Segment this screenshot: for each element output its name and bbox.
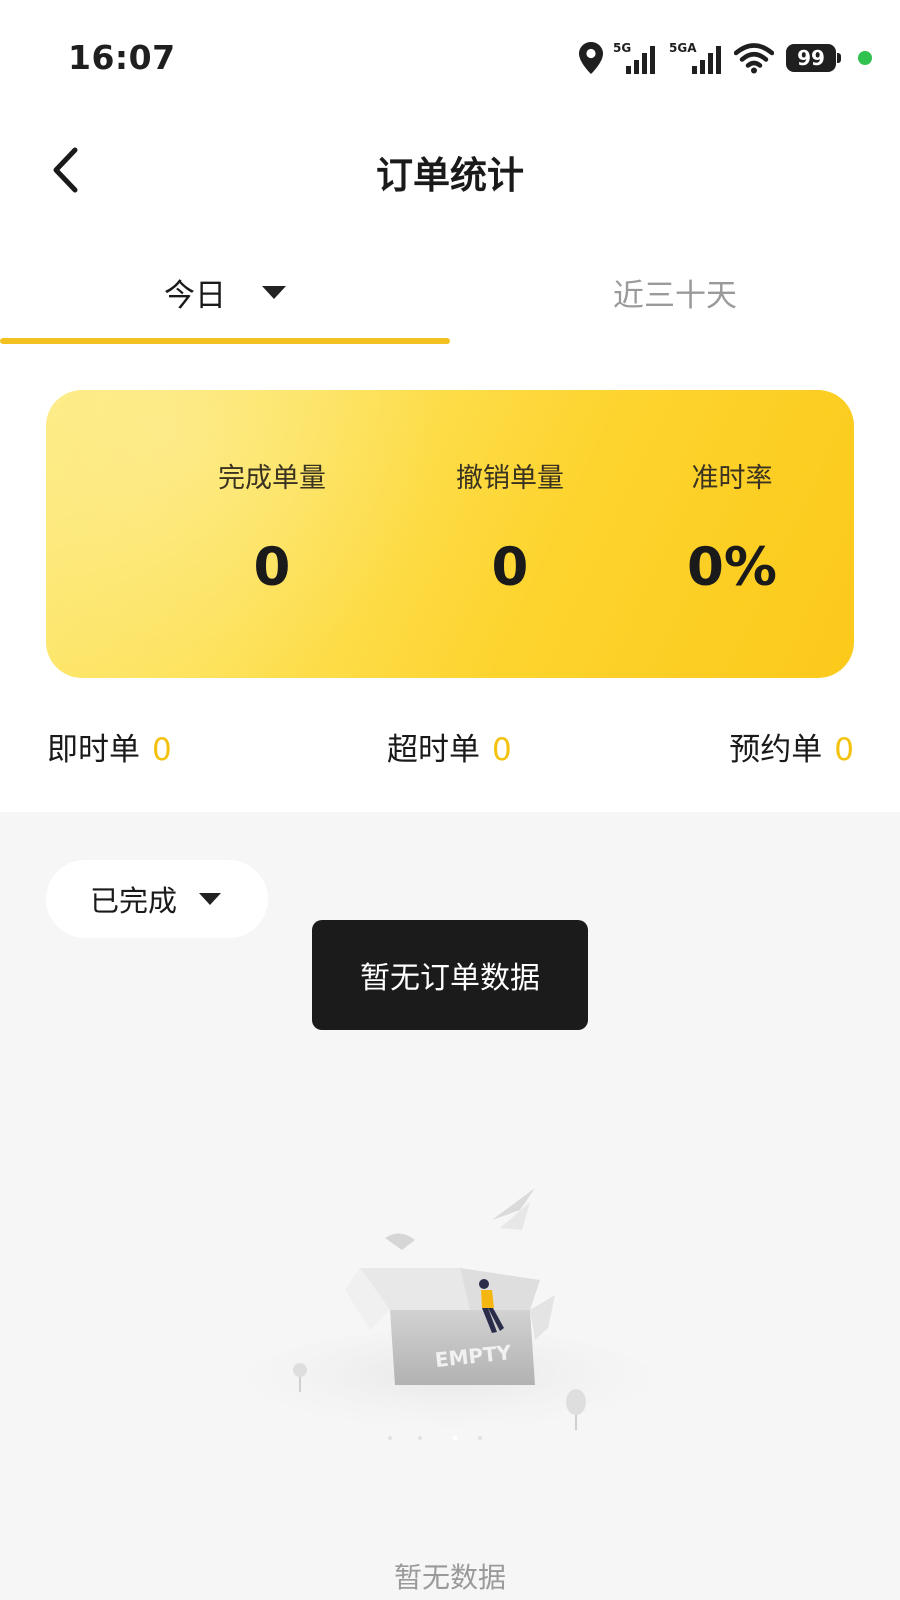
battery-level: 99 xyxy=(797,46,825,70)
metric-value: 0% xyxy=(687,537,777,598)
status-time: 16:07 xyxy=(68,38,176,77)
count-instant-orders: 即时单 0 xyxy=(47,724,172,769)
tab-last-30-days-label: 近三十天 xyxy=(613,277,737,314)
count-value: 0 xyxy=(492,732,512,768)
network-label-2: 5GA xyxy=(669,41,697,55)
count-value: 0 xyxy=(834,732,854,768)
count-label: 超时单 xyxy=(387,732,480,768)
privacy-indicator-dot xyxy=(858,51,872,65)
signal-icon: 5GA xyxy=(669,41,721,74)
count-value: 0 xyxy=(152,732,172,768)
status-icons: 5G 5GA 99 xyxy=(578,40,872,76)
metric-cancelled: 撤销单量 0 xyxy=(390,456,630,598)
signal-icon: 5G xyxy=(613,41,655,74)
tab-today-label: 今日 xyxy=(164,277,226,314)
toast-message: 暂无订单数据 xyxy=(312,920,588,1030)
caret-down-icon xyxy=(199,893,222,905)
location-icon xyxy=(579,42,603,74)
status-filter-dropdown[interactable]: 已完成 xyxy=(46,860,268,938)
metric-label: 准时率 xyxy=(691,463,773,494)
metric-label: 完成单量 xyxy=(218,463,326,494)
count-label: 即时单 xyxy=(47,732,140,768)
wifi-icon xyxy=(734,43,774,74)
count-label: 预约单 xyxy=(729,732,823,768)
metric-value: 0 xyxy=(253,537,291,598)
empty-box-illustration: EMPTY xyxy=(240,1188,660,1441)
tab-active-indicator xyxy=(0,338,450,344)
page-title: 订单统计 xyxy=(376,154,524,197)
network-label-1: 5G xyxy=(613,41,631,55)
metric-on-time-rate: 准时率 0% xyxy=(612,456,852,598)
caret-down-icon xyxy=(262,285,286,299)
status-filter-label: 已完成 xyxy=(90,884,178,918)
battery-icon: 99 xyxy=(786,44,841,72)
metric-completed: 完成单量 0 xyxy=(152,456,392,598)
metric-value: 0 xyxy=(491,537,529,598)
count-overtime-orders: 超时单 0 xyxy=(387,724,512,769)
metric-label: 撤销单量 xyxy=(456,463,564,494)
empty-state-text: 暂无数据 xyxy=(393,1561,506,1594)
tab-today[interactable]: 今日 xyxy=(0,262,450,322)
summary-card: 完成单量 0 撤销单量 0 准时率 0% xyxy=(46,390,854,678)
count-reserved-orders: 预约单 0 xyxy=(729,724,854,769)
tab-last-30-days[interactable]: 近三十天 xyxy=(450,262,900,322)
